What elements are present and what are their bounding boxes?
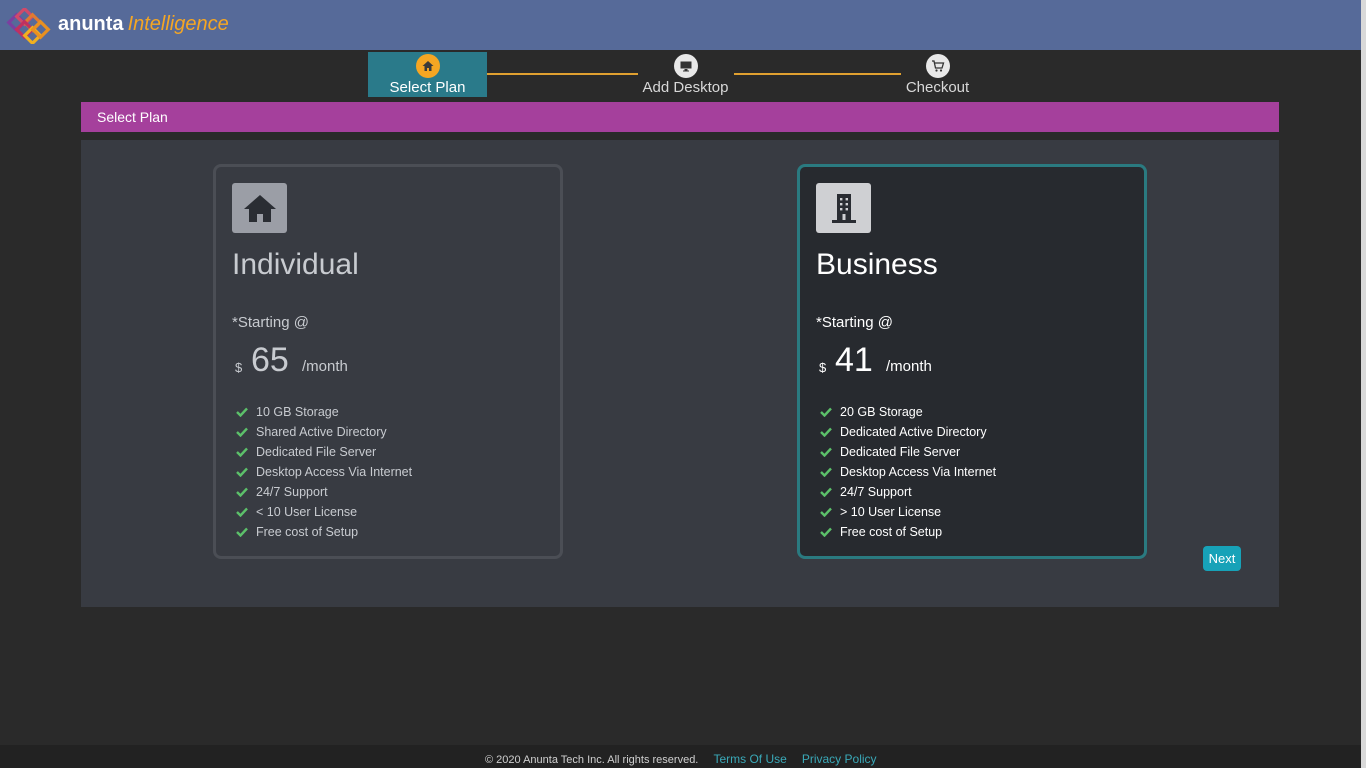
feature-item: 10 GB Storage <box>236 402 412 422</box>
check-icon <box>820 407 832 417</box>
feature-item: Dedicated File Server <box>820 442 996 462</box>
check-icon <box>820 487 832 497</box>
brand-name: anunta <box>58 13 124 35</box>
section-header: Select Plan <box>81 102 1279 132</box>
check-icon <box>820 507 832 517</box>
feature-text: 10 GB Storage <box>256 405 339 419</box>
check-icon <box>820 427 832 437</box>
terms-link[interactable]: Terms Of Use <box>713 752 786 766</box>
feature-text: Free cost of Setup <box>840 525 943 539</box>
section-title: Select Plan <box>97 109 168 125</box>
check-icon <box>236 507 248 517</box>
feature-text: 24/7 Support <box>840 485 912 499</box>
brand-accent: Intelligence <box>127 13 229 35</box>
cart-icon <box>925 54 950 78</box>
stepper-connector-2 <box>734 73 901 75</box>
plan-card-business[interactable]: Business *Starting @ $ 41 /month 20 GB S… <box>797 164 1147 559</box>
price-period: /month <box>302 358 348 375</box>
building-icon <box>816 183 871 233</box>
check-icon <box>236 487 248 497</box>
feature-text: 24/7 Support <box>256 485 328 499</box>
check-icon <box>820 467 832 477</box>
copyright-text: © 2020 Anunta Tech Inc. All rights reser… <box>485 754 699 766</box>
price-period: /month <box>886 358 932 375</box>
feature-text: Shared Active Directory <box>256 425 387 439</box>
feature-text: < 10 User License <box>256 505 358 519</box>
feature-text: Dedicated File Server <box>256 445 377 459</box>
starting-label: *Starting @ <box>816 314 893 331</box>
brand-title: anunta Intelligence <box>58 13 229 36</box>
feature-item: < 10 User License <box>236 502 412 522</box>
feature-text: Dedicated File Server <box>840 445 961 459</box>
feature-item: Dedicated Active Directory <box>820 422 996 442</box>
feature-item: Desktop Access Via Internet <box>820 462 996 482</box>
check-icon <box>236 427 248 437</box>
plan-name: Business <box>816 248 938 281</box>
home-icon <box>415 54 440 78</box>
feature-item: Dedicated File Server <box>236 442 412 462</box>
feature-text: Free cost of Setup <box>256 525 359 539</box>
feature-item: Shared Active Directory <box>236 422 412 442</box>
check-icon <box>820 527 832 537</box>
page-scrollbar[interactable] <box>1361 0 1366 768</box>
price-amount: 41 <box>835 341 873 379</box>
feature-item: Free cost of Setup <box>820 522 996 542</box>
price-currency: $ <box>235 360 243 375</box>
next-button[interactable]: Next <box>1203 546 1241 571</box>
feature-item: Desktop Access Via Internet <box>236 462 412 482</box>
feature-text: Dedicated Active Directory <box>840 425 987 439</box>
step-add-desktop[interactable]: Add Desktop <box>626 52 745 97</box>
top-bar: anunta Intelligence <box>0 0 1366 50</box>
step-label: Checkout <box>905 79 970 96</box>
starting-label: *Starting @ <box>232 314 309 331</box>
check-icon <box>820 447 832 457</box>
feature-text: Desktop Access Via Internet <box>840 465 997 479</box>
check-icon <box>236 447 248 457</box>
step-label: Select Plan <box>389 79 466 96</box>
feature-text: > 10 User License <box>840 505 942 519</box>
feature-text: 20 GB Storage <box>840 405 923 419</box>
plan-name: Individual <box>232 248 359 281</box>
feature-item: Free cost of Setup <box>236 522 412 542</box>
monitor-icon <box>673 54 698 78</box>
check-icon <box>236 527 248 537</box>
step-checkout[interactable]: Checkout <box>878 52 997 97</box>
feature-item: 20 GB Storage <box>820 402 996 422</box>
feature-list: 20 GB Storage Dedicated Active Directory… <box>820 402 996 542</box>
feature-item: 24/7 Support <box>236 482 412 502</box>
feature-item: > 10 User License <box>820 502 996 522</box>
privacy-link[interactable]: Privacy Policy <box>802 752 877 766</box>
feature-item: 24/7 Support <box>820 482 996 502</box>
price-currency: $ <box>819 360 827 375</box>
knot-logo-icon[interactable] <box>6 8 52 44</box>
price-amount: 65 <box>251 341 289 379</box>
footer: © 2020 Anunta Tech Inc. All rights reser… <box>0 745 1361 768</box>
step-label: Add Desktop <box>642 79 729 96</box>
step-select-plan[interactable]: Select Plan <box>368 52 487 97</box>
house-icon <box>232 183 287 233</box>
check-icon <box>236 407 248 417</box>
plan-card-individual[interactable]: Individual *Starting @ $ 65 /month 10 GB… <box>213 164 563 559</box>
check-icon <box>236 467 248 477</box>
feature-list: 10 GB Storage Shared Active Directory De… <box>236 402 412 542</box>
stepper-connector-1 <box>487 73 638 75</box>
feature-text: Desktop Access Via Internet <box>256 465 413 479</box>
